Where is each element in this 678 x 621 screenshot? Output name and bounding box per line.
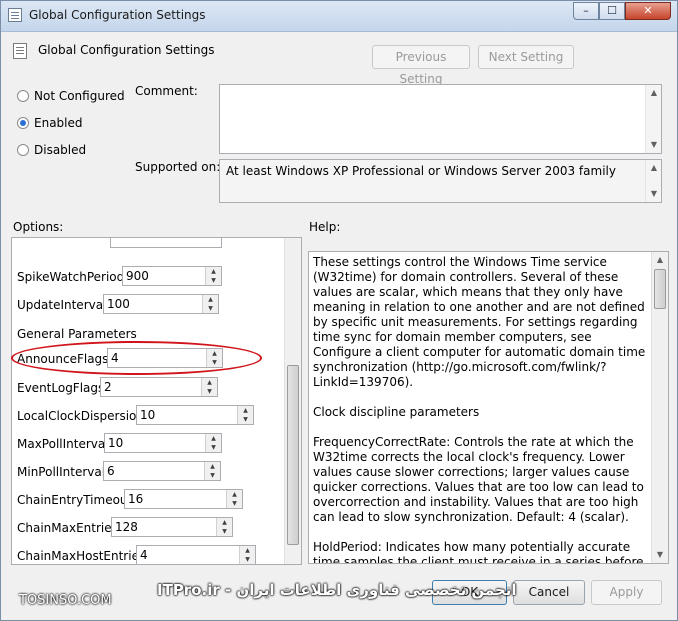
comment-textarea[interactable]: ▲ ▼ — [219, 84, 662, 154]
spin-down-icon[interactable]: ▼ — [240, 555, 255, 564]
cut-spinner[interactable] — [110, 238, 222, 248]
spin-down-icon[interactable]: ▼ — [205, 471, 220, 480]
comment-scrollbar[interactable]: ▲ ▼ — [645, 85, 661, 153]
option-label: LocalClockDispersion — [17, 409, 144, 423]
option-spinner[interactable]: 900 ▲ ▼ — [122, 266, 222, 286]
spin-down-icon[interactable]: ▼ — [227, 499, 242, 508]
option-row: SpikeWatchPeriod 900 ▲ ▼ — [12, 266, 286, 288]
option-label: ChainEntryTimeout — [17, 493, 133, 507]
minimize-button[interactable]: – — [573, 2, 599, 20]
supported-on-value: At least Windows XP Professional or Wind… — [226, 164, 616, 178]
previous-setting-button[interactable]: Previous Setting — [372, 45, 470, 86]
help-paragraph: HoldPeriod: Indicates how many potential… — [313, 540, 644, 564]
spin-down-icon[interactable]: ▼ — [217, 527, 232, 536]
setting-title: Global Configuration Settings — [38, 43, 215, 57]
option-label: UpdateInterval — [17, 298, 107, 312]
setting-icon — [13, 43, 27, 59]
radio-label: Disabled — [34, 143, 87, 157]
next-setting-button[interactable]: Next Setting — [478, 45, 574, 69]
spinner-value: 100 — [107, 297, 130, 311]
option-row: ChainEntryTimeout 16 ▲ ▼ — [12, 489, 286, 511]
option-label: MinPollInterval — [17, 465, 106, 479]
maximize-button[interactable]: ☐ — [599, 2, 625, 20]
option-spinner[interactable]: 4 ▲ ▼ — [136, 545, 256, 564]
scroll-down-icon[interactable]: ▼ — [652, 547, 668, 563]
help-panel: These settings control the Windows Time … — [308, 251, 669, 564]
spin-down-icon[interactable]: ▼ — [206, 443, 221, 452]
spinner-value: 4 — [140, 548, 148, 562]
help-paragraph: These settings control the Windows Time … — [313, 255, 646, 389]
option-row: ChainMaxHostEntries 4 ▲ ▼ — [12, 545, 286, 564]
option-label: SpikeWatchPeriod — [17, 270, 125, 284]
scroll-down-icon[interactable]: ▼ — [646, 186, 662, 202]
option-spinner[interactable]: 10 ▲ ▼ — [104, 433, 222, 453]
option-label: EventLogFlags — [17, 381, 105, 395]
option-row: MaxPollInterval 10 ▲ ▼ — [12, 433, 286, 455]
help-label: Help: — [309, 220, 341, 234]
option-row: MinPollInterval 6 ▲ ▼ — [12, 461, 286, 483]
options-scroll-thumb[interactable] — [287, 365, 299, 545]
option-label: ChainMaxEntries — [17, 521, 118, 535]
scroll-up-icon[interactable]: ▲ — [652, 252, 668, 268]
policy-icon — [8, 8, 22, 22]
spin-down-icon[interactable]: ▼ — [238, 415, 253, 424]
spin-down-icon[interactable]: ▼ — [202, 387, 217, 396]
watermark-site: TOSINSO.COM — [19, 593, 112, 608]
option-spinner[interactable]: 16 ▲ ▼ — [124, 489, 243, 509]
close-button[interactable]: ✕ — [625, 2, 671, 20]
help-paragraph: FrequencyCorrectRate: Controls the rate … — [313, 435, 644, 524]
scroll-up-icon[interactable]: ▲ — [646, 85, 662, 101]
radio-circle[interactable] — [17, 117, 29, 129]
spinner-value: 10 — [108, 436, 124, 450]
spinner-value: 16 — [128, 492, 144, 506]
options-row-cut — [12, 238, 286, 252]
radio-label: Not Configured — [34, 89, 125, 103]
option-row: LocalClockDispersion 10 ▲ ▼ — [12, 405, 286, 427]
apply-button[interactable]: Apply — [591, 580, 662, 605]
radio-circle[interactable] — [17, 144, 29, 156]
options-label: Options: — [13, 220, 64, 234]
spin-down-icon[interactable]: ▼ — [203, 304, 218, 313]
spin-down-icon[interactable]: ▼ — [206, 276, 221, 285]
comment-label: Comment: — [135, 84, 198, 98]
option-row: ChainMaxEntries 128 ▲ ▼ — [12, 517, 286, 539]
section-label: General Parameters — [17, 327, 137, 341]
cancel-button[interactable]: Cancel — [513, 580, 585, 605]
option-spinner[interactable]: 10 ▲ ▼ — [136, 405, 254, 425]
spinner-value: 900 — [126, 269, 149, 283]
window-title: Global Configuration Settings — [29, 8, 206, 22]
radio-label: Enabled — [34, 116, 83, 130]
help-text: These settings control the Windows Time … — [313, 255, 651, 564]
help-scroll-thumb[interactable] — [654, 269, 666, 309]
supported-on-label: Supported on: — [135, 160, 221, 174]
supported-scrollbar[interactable]: ▲ ▼ — [645, 160, 661, 202]
options-scrollbar[interactable] — [284, 238, 301, 564]
help-scrollbar[interactable]: ▲ ▼ — [651, 252, 668, 563]
dialog-window: Global Configuration Settings – ☐ ✕ Glob… — [0, 0, 678, 621]
option-label: ChainMaxHostEntries — [17, 549, 146, 563]
option-spinner[interactable]: 128 ▲ ▼ — [111, 517, 233, 537]
spinner-value: 128 — [115, 520, 138, 534]
radio-circle[interactable] — [17, 90, 29, 102]
help-paragraph: Clock discipline parameters — [313, 405, 480, 419]
option-spinner[interactable]: 100 ▲ ▼ — [103, 294, 219, 314]
option-spinner[interactable]: 6 ▲ ▼ — [103, 461, 221, 481]
option-label: MaxPollInterval — [17, 437, 109, 451]
supported-on-box: At least Windows XP Professional or Wind… — [219, 159, 662, 203]
option-spinner[interactable]: 2 ▲ ▼ — [100, 377, 218, 397]
options-panel: SpikeWatchPeriod 900 ▲ ▼ UpdateInterval 1… — [11, 237, 302, 565]
spinner-value: 2 — [104, 380, 112, 394]
scroll-up-icon[interactable]: ▲ — [646, 160, 662, 176]
title-bar[interactable]: Global Configuration Settings – ☐ ✕ — [1, 1, 677, 32]
spinner-value: 10 — [140, 408, 156, 422]
option-row: UpdateInterval 100 ▲ ▼ — [12, 294, 286, 316]
scroll-down-icon[interactable]: ▼ — [646, 137, 662, 153]
option-row: EventLogFlags 2 ▲ ▼ — [12, 377, 286, 399]
spinner-value: 6 — [107, 464, 115, 478]
highlight-ellipse — [11, 341, 262, 375]
watermark-arabic: انجمن تخصصی فناوری اطلاعات ایران - ITPro… — [157, 581, 517, 599]
